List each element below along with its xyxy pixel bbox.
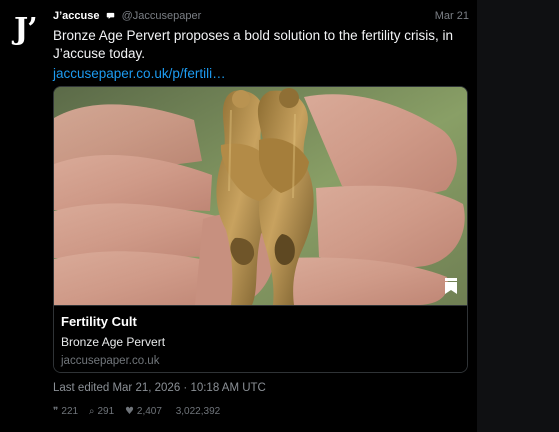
tweet-panel: J’ J’accuse @Jaccusepaper Mar 21 Bronze … — [0, 0, 477, 432]
heart-icon: ♥ — [124, 406, 134, 417]
figurine-photo — [54, 87, 467, 305]
avatar[interactable]: J’ — [14, 12, 46, 48]
reply-count-value: 221 — [61, 406, 79, 417]
tweet-date[interactable]: Mar 21 — [435, 9, 469, 23]
tweet-text: Bronze Age Pervert proposes a bold solut… — [53, 28, 453, 61]
user-handle[interactable]: @Jaccusepaper — [122, 10, 202, 22]
card-title[interactable]: Fertility Cult — [61, 314, 137, 330]
like-count[interactable]: ♥ 2,407 — [125, 404, 162, 420]
reply-count[interactable]: ❞ 221 — [53, 404, 78, 420]
right-gutter — [477, 0, 559, 432]
edited-timestamp: Last edited Mar 21, 2026 · 10:18 AM UTC — [53, 382, 266, 394]
bookmark-icon[interactable] — [443, 277, 459, 295]
like-count-value: 2,407 — [136, 406, 162, 417]
tweet-header: J’accuse @Jaccusepaper Mar 21 — [53, 9, 469, 25]
page: J’ J’accuse @Jaccusepaper Mar 21 Bronze … — [0, 0, 559, 432]
display-name[interactable]: J’accuse — [53, 10, 99, 22]
tweet-stats: ❞ 221 ⌕ 291 ♥ 2,407 3,022,392 — [53, 404, 228, 420]
comment-icon: ❞ — [53, 406, 59, 417]
speech-bubble-icon — [106, 12, 114, 19]
tweet-link[interactable]: jaccusepaper.co.uk/p/fertili… — [53, 65, 226, 83]
card-image[interactable] — [54, 87, 467, 305]
search-count-value: 291 — [97, 406, 115, 417]
view-count[interactable]: 3,022,392 — [173, 404, 221, 420]
card-description: Bronze Age Pervert — [61, 335, 166, 349]
card-meta[interactable]: Fertility Cult Bronze Age Pervert jaccus… — [54, 305, 467, 372]
link-preview-card[interactable]: Fertility Cult Bronze Age Pervert jaccus… — [53, 86, 468, 373]
card-domain[interactable]: jaccusepaper.co.uk — [61, 353, 159, 369]
view-count-value: 3,022,392 — [175, 406, 221, 417]
search-icon: ⌕ — [88, 406, 95, 417]
search-count[interactable]: ⌕ 291 — [89, 404, 114, 420]
